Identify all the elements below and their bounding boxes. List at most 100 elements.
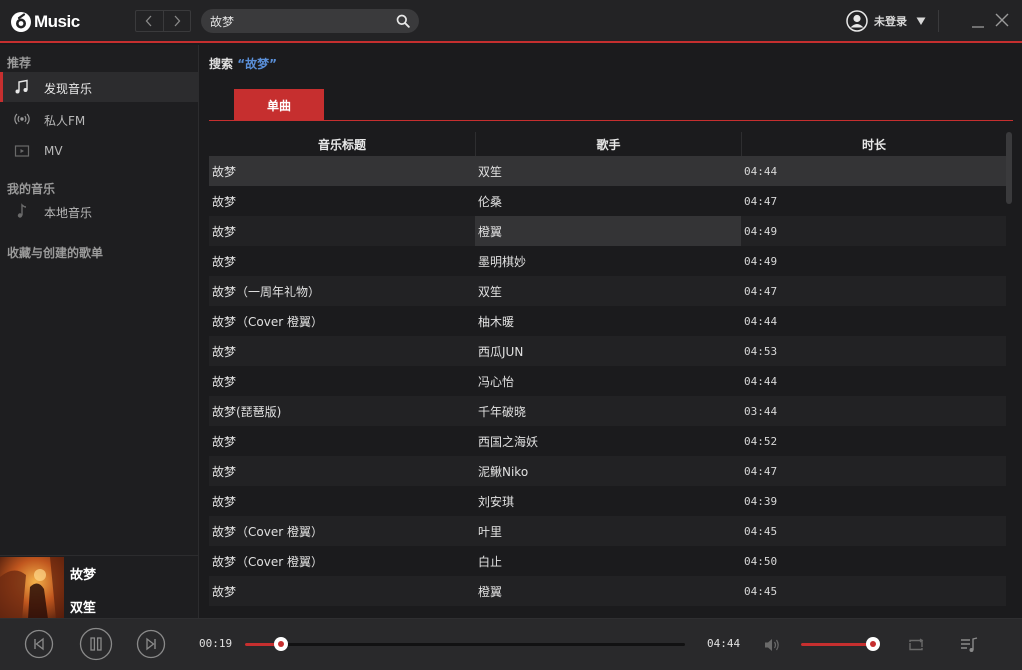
sidebar-section-recommend: 推荐 [7, 56, 32, 70]
song-artist-cell[interactable]: 西国之海妖 [475, 426, 741, 456]
table-row[interactable]: 故梦 双笙 04:44 [209, 156, 1006, 186]
now-playing-artist[interactable]: 双笙 [70, 597, 96, 616]
song-artist-cell[interactable]: 墨明棋妙 [475, 246, 741, 276]
song-table: 音乐标题 歌手 时长 故梦 双笙 04:44 故梦 伦桑 04:47 故梦 橙翼 04:49 故梦… [209, 132, 1006, 606]
song-duration-cell: 04:53 [744, 344, 778, 358]
song-title-cell[interactable]: 故梦（Cover 橙翼） [209, 546, 475, 576]
song-artist-cell[interactable]: 橙翼 [475, 216, 741, 246]
close-icon[interactable] [995, 13, 1009, 27]
sidebar-section-playlists: 收藏与创建的歌单 [7, 246, 104, 260]
table-header: 音乐标题 歌手 时长 [209, 132, 1006, 156]
table-row[interactable]: 故梦 刘安琪 04:39 [209, 486, 1006, 516]
player-bar: 00:19 04:44 [0, 618, 1022, 670]
back-button[interactable] [136, 11, 163, 31]
table-row[interactable]: 故梦（一周年礼物） 双笙 04:47 [209, 276, 1006, 306]
previous-track-button[interactable] [24, 629, 54, 659]
song-title-cell[interactable]: 故梦 [209, 576, 475, 606]
next-track-button[interactable] [136, 629, 166, 659]
volume-icon[interactable] [763, 636, 781, 654]
song-title-cell[interactable]: 故梦 [209, 336, 475, 366]
song-artist-cell[interactable]: 刘安琪 [475, 486, 741, 516]
table-row[interactable]: 故梦 橙翼 04:45 [209, 576, 1006, 606]
sidebar-item-discover-music[interactable]: 发现音乐 [0, 72, 199, 102]
user-login[interactable]: 未登录 [846, 10, 926, 32]
song-title-cell[interactable]: 故梦 [209, 186, 475, 216]
song-title-cell[interactable]: 故梦 [209, 486, 475, 516]
chevron-left-icon [146, 15, 152, 27]
forward-button[interactable] [162, 11, 190, 31]
column-header-title[interactable]: 音乐标题 [209, 132, 475, 156]
table-row[interactable]: 故梦（Cover 橙翼） 白止 04:50 [209, 546, 1006, 576]
table-row[interactable]: 故梦（Cover 橙翼） 叶里 04:45 [209, 516, 1006, 546]
volume-knob[interactable] [865, 637, 880, 651]
song-duration-cell: 04:49 [744, 254, 778, 268]
column-header-duration[interactable]: 时长 [741, 132, 1006, 156]
app-logo[interactable]: Music [10, 9, 80, 35]
sidebar-item-mv[interactable]: MV [0, 136, 199, 166]
minimize-icon[interactable] [972, 13, 984, 29]
song-title-cell[interactable]: 故梦 [209, 456, 475, 486]
song-artist-cell[interactable]: 双笙 [475, 156, 741, 186]
song-duration-cell: 04:49 [744, 224, 778, 238]
sidebar-item-label: 本地音乐 [44, 206, 93, 220]
tab-songs[interactable]: 单曲 [234, 89, 324, 121]
pause-button[interactable] [79, 627, 113, 661]
scrollbar-thumb[interactable] [1006, 132, 1012, 204]
song-artist-cell[interactable]: 西瓜JUN [475, 336, 741, 366]
table-row[interactable]: 故梦 西国之海妖 04:52 [209, 426, 1006, 456]
song-title-cell[interactable]: 故梦 [209, 246, 475, 276]
sidebar-section-my-music: 我的音乐 [7, 182, 56, 196]
table-row[interactable]: 故梦 冯心怡 04:44 [209, 366, 1006, 396]
song-title-cell[interactable]: 故梦（Cover 橙翼） [209, 306, 475, 336]
sidebar-item-local-music[interactable]: 本地音乐 [0, 196, 199, 226]
search-icon[interactable] [396, 14, 410, 28]
music-note-icon [17, 203, 27, 218]
song-title-cell[interactable]: 故梦(琵琶版) [209, 396, 475, 426]
song-title-cell[interactable]: 故梦 [209, 216, 475, 246]
song-artist-cell[interactable]: 柚木暖 [475, 306, 741, 336]
column-header-artist[interactable]: 歌手 [475, 132, 741, 156]
sidebar-item-label: MV [44, 144, 63, 158]
song-artist-cell[interactable]: 泥鳅Niko [475, 456, 741, 486]
avatar-icon [846, 10, 868, 32]
song-duration-cell: 04:44 [744, 314, 778, 328]
search-input[interactable] [210, 9, 390, 33]
table-row[interactable]: 故梦 泥鳅Niko 04:47 [209, 456, 1006, 486]
table-row[interactable]: 故梦 墨明棋妙 04:49 [209, 246, 1006, 276]
song-title-cell[interactable]: 故梦 [209, 426, 475, 456]
song-title-cell[interactable]: 故梦 [209, 366, 475, 396]
song-artist-cell[interactable]: 橙翼 [475, 576, 741, 606]
table-row[interactable]: 故梦 西瓜JUN 04:53 [209, 336, 1006, 366]
album-cover[interactable] [0, 557, 64, 619]
song-artist-cell[interactable]: 冯心怡 [475, 366, 741, 396]
sidebar-item-label: 私人FM [44, 114, 86, 128]
volume-slider[interactable] [801, 637, 880, 651]
now-playing-title[interactable]: 故梦 [70, 564, 96, 583]
caret-down-icon[interactable] [916, 16, 926, 26]
table-row[interactable]: 故梦 橙翼 04:49 [209, 216, 1006, 246]
table-row[interactable]: 故梦（Cover 橙翼） 柚木暖 04:44 [209, 306, 1006, 336]
song-title-cell[interactable]: 故梦（一周年礼物） [209, 276, 475, 306]
song-title-cell[interactable]: 故梦 [209, 156, 475, 186]
progress-knob[interactable] [274, 637, 289, 651]
table-row[interactable]: 故梦 伦桑 04:47 [209, 186, 1006, 216]
search-prefix: 搜索 [209, 57, 234, 71]
sidebar-item-private-fm[interactable]: 私人FM [0, 104, 199, 134]
scrollbar[interactable] [1006, 132, 1012, 612]
song-artist-cell[interactable]: 伦桑 [475, 186, 741, 216]
main-content: 搜索 “故梦” 单曲 音乐标题 歌手 时长 故梦 双笙 04:44 故梦 伦桑 04:47… [200, 45, 1022, 618]
song-title-cell[interactable]: 故梦（Cover 橙翼） [209, 516, 475, 546]
song-artist-cell[interactable]: 叶里 [475, 516, 741, 546]
song-artist-cell[interactable]: 双笙 [475, 276, 741, 306]
now-playing-panel[interactable]: 故梦 双笙 [0, 555, 199, 619]
loop-icon[interactable] [906, 635, 926, 655]
progress-bar[interactable] [245, 637, 685, 651]
song-duration-cell: 04:44 [744, 164, 778, 178]
song-artist-cell[interactable]: 千年破晓 [475, 396, 741, 426]
table-row[interactable]: 故梦(琵琶版) 千年破晓 03:44 [209, 396, 1006, 426]
song-duration-cell: 04:47 [744, 284, 778, 298]
song-artist-cell[interactable]: 白止 [475, 546, 741, 576]
chevron-right-icon [174, 15, 181, 27]
playlist-icon[interactable] [959, 635, 979, 655]
search-keyword: “故梦” [237, 57, 277, 71]
